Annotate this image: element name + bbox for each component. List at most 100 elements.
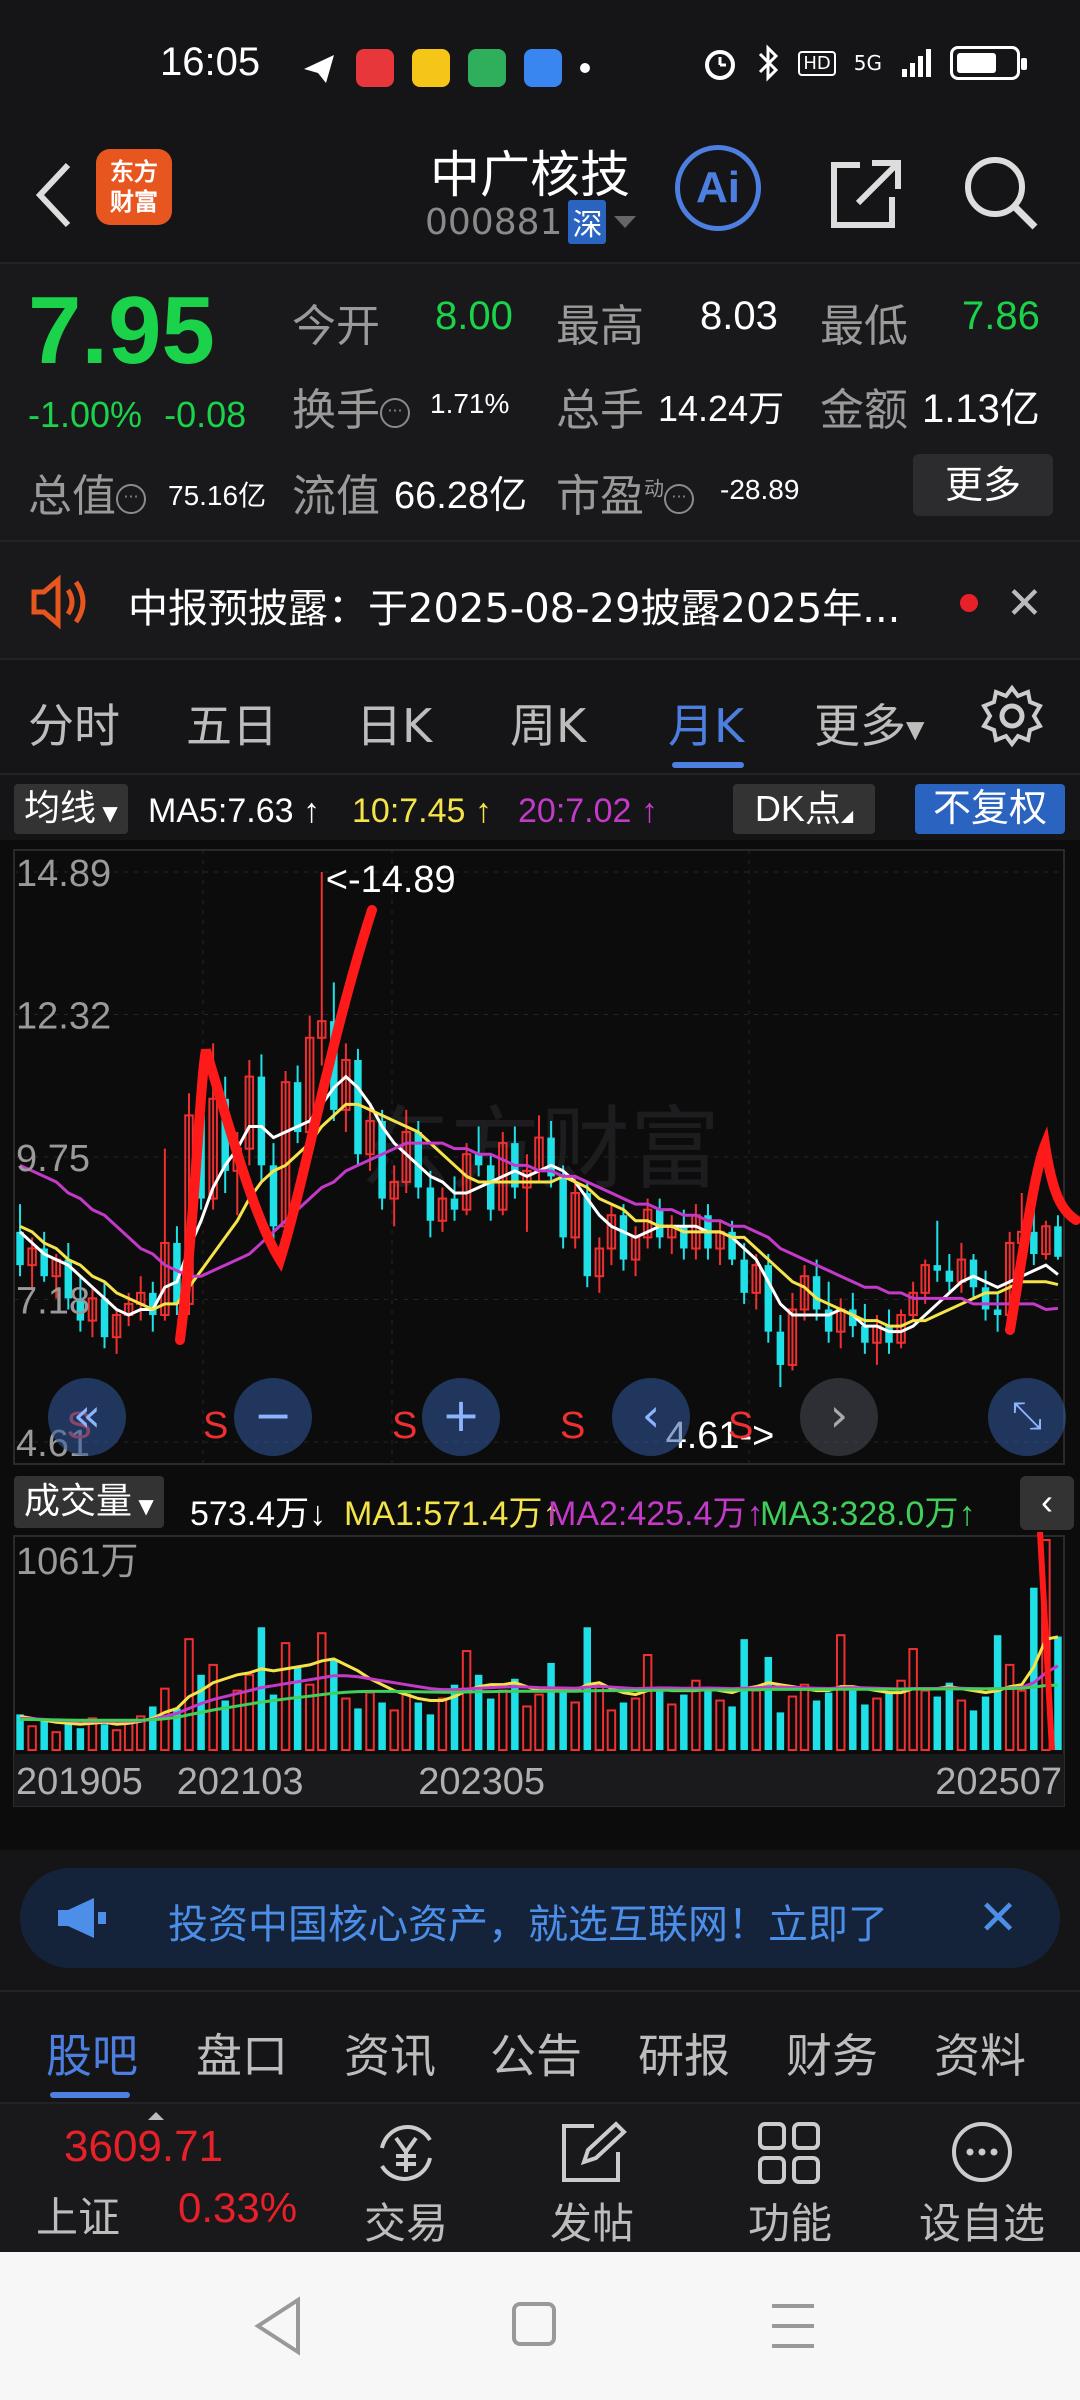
candle-down — [885, 1326, 893, 1343]
turnover-label: 换手 ··· — [292, 374, 410, 438]
volume-bar-down — [680, 1694, 688, 1750]
post-button[interactable]: 发帖 — [522, 2112, 662, 2252]
volume-bar-down — [149, 1706, 157, 1750]
tab-news[interactable]: 资讯 — [344, 2020, 436, 2086]
share-icon[interactable] — [820, 147, 910, 237]
volume-chart[interactable]: 1061万 201905 202103 202305 202507 — [0, 1531, 1080, 1850]
volume-bar-up — [317, 1632, 327, 1751]
candle-down — [981, 1287, 990, 1310]
float-label: 流值 — [292, 471, 380, 522]
info-icon[interactable]: ··· — [380, 398, 410, 428]
post-label: 发帖 — [549, 2199, 634, 2248]
volume-bar-down — [764, 1656, 773, 1750]
candle-down — [933, 1265, 942, 1271]
ad-banner[interactable]: 投资中国核心资产，就选互联网！立即了 ✕ — [20, 1868, 1060, 1968]
tab-daily-k[interactable]: 日K — [356, 690, 432, 756]
dk-point-button[interactable]: DK点◢ — [733, 784, 875, 834]
kline-chart[interactable]: 东方财富 14.89 12.32 9.75 7.18 4.61 <-14.89 4.61-> S… — [0, 840, 1080, 1480]
tab-five-day[interactable]: 五日 — [186, 690, 278, 756]
candle-down — [861, 1326, 869, 1343]
volume-bar-down — [559, 1690, 567, 1750]
volume-select-label: 成交量 — [24, 1481, 133, 1522]
nav-home-icon[interactable] — [512, 2302, 556, 2346]
ma10-value: 10:7.45 ↑ — [352, 792, 492, 830]
pe-label-text: 市盈 — [556, 471, 644, 522]
zoom-in-button[interactable]: + — [422, 1378, 500, 1456]
function-button[interactable]: 功能 — [720, 2112, 860, 2252]
tab-minute[interactable]: 分时 — [28, 690, 120, 756]
tab-guba[interactable]: 股吧 — [46, 2020, 138, 2086]
tab-monthly-k[interactable]: 月K — [668, 690, 744, 756]
tab-pankou[interactable]: 盘口 — [196, 2020, 288, 2086]
low-label: 最低 — [820, 301, 908, 352]
search-icon[interactable] — [955, 147, 1045, 237]
volume-bar-down — [511, 1678, 519, 1750]
turnover-label-text: 换手 — [292, 385, 380, 436]
bluetooth-icon — [759, 44, 779, 82]
ma20-text: 20:7.02 — [518, 792, 632, 830]
back-icon[interactable] — [28, 155, 88, 235]
volume-bar-up — [341, 1697, 351, 1751]
zoom-out-button[interactable]: − — [234, 1378, 312, 1456]
tab-announcements[interactable]: 公告 — [490, 2020, 582, 2086]
volume-bar-up — [461, 1650, 472, 1751]
nav-menu-icon[interactable] — [772, 2304, 814, 2348]
kline-svg: 东方财富14.8912.329.757.184.61<-14.894.61->S… — [13, 849, 1080, 1465]
info-icon[interactable]: ··· — [116, 484, 146, 514]
eastmoney-logo: 东方 财富 — [96, 149, 172, 225]
tab-profile[interactable]: 资料 — [934, 2020, 1026, 2086]
volume-bar-up — [570, 1701, 580, 1752]
trade-yen-icon — [380, 2125, 432, 2181]
volume-bar-up — [389, 1709, 399, 1751]
corner-icon: ◢ — [840, 808, 854, 825]
status-time: 16:05 — [160, 40, 261, 84]
s-signal-marker: S — [560, 1405, 585, 1447]
scroll-left-fast-button[interactable]: « — [48, 1378, 126, 1456]
scroll-left-button[interactable]: ‹ — [612, 1378, 690, 1456]
volume-bar-down — [728, 1706, 736, 1750]
volume-select-dropdown[interactable]: 成交量 ▼ — [14, 1476, 164, 1528]
fullscreen-button[interactable]: ⤡ — [988, 1378, 1066, 1456]
volume-bar-down — [885, 1692, 893, 1750]
close-icon[interactable]: ✕ — [978, 1890, 1018, 1946]
candle-down — [474, 1154, 483, 1166]
index-change: 0.33% — [178, 2184, 298, 2231]
close-icon[interactable]: ✕ — [1006, 578, 1043, 629]
notice-bar[interactable]: 中报预披露：于2025-08-29披露2025年... ✕ — [0, 540, 1080, 660]
x-tick-label: 202305 — [418, 1761, 545, 1803]
candle-down — [414, 1132, 423, 1188]
tab-finance[interactable]: 财务 — [786, 2020, 878, 2086]
system-navigation-bar — [0, 2252, 1080, 2400]
edit-icon — [562, 2121, 627, 2182]
volume-bar-up — [594, 1683, 605, 1752]
network-type: 5G — [853, 51, 882, 75]
scroll-right-button[interactable]: › — [800, 1378, 878, 1456]
grid-icon — [758, 2122, 820, 2184]
info-icon[interactable]: ··· — [664, 484, 694, 514]
no-adjust-button[interactable]: 不复权 — [915, 784, 1065, 834]
gear-icon[interactable] — [980, 684, 1044, 748]
collapse-chevron-icon[interactable]: ‹ — [1020, 1476, 1074, 1530]
volume-bar-up — [667, 1703, 677, 1752]
volume-bar-up — [872, 1697, 882, 1751]
volume-bar-up — [920, 1689, 930, 1751]
ma10-text: 10:7.45 — [352, 792, 466, 830]
ma-select-dropdown[interactable]: 均线 ▼ — [14, 784, 128, 834]
trade-button[interactable]: 交易 — [336, 2112, 476, 2252]
ai-assistant-button[interactable]: Ai — [675, 145, 761, 231]
tab-weekly-k[interactable]: 周K — [510, 690, 586, 756]
logo-text: 东方 财富 — [110, 158, 158, 216]
tab-more[interactable]: 更多▼ — [814, 690, 924, 756]
candle-down — [993, 1309, 1002, 1316]
nav-back-icon[interactable] — [254, 2296, 300, 2356]
more-quote-button[interactable]: 更多 — [913, 454, 1053, 516]
change-percent: -1.00% — [28, 394, 143, 435]
caret-down-icon — [614, 216, 637, 228]
tab-research[interactable]: 研报 — [638, 2020, 730, 2086]
volume-label: 总手 — [556, 385, 644, 436]
stock-code-row[interactable]: 000881 深 — [425, 200, 638, 244]
volume-bar-down — [861, 1704, 869, 1750]
current-price: 7.95 — [28, 277, 215, 384]
add-watchlist-button[interactable]: 设自选 — [912, 2112, 1052, 2252]
candle-down — [1030, 1231, 1038, 1255]
